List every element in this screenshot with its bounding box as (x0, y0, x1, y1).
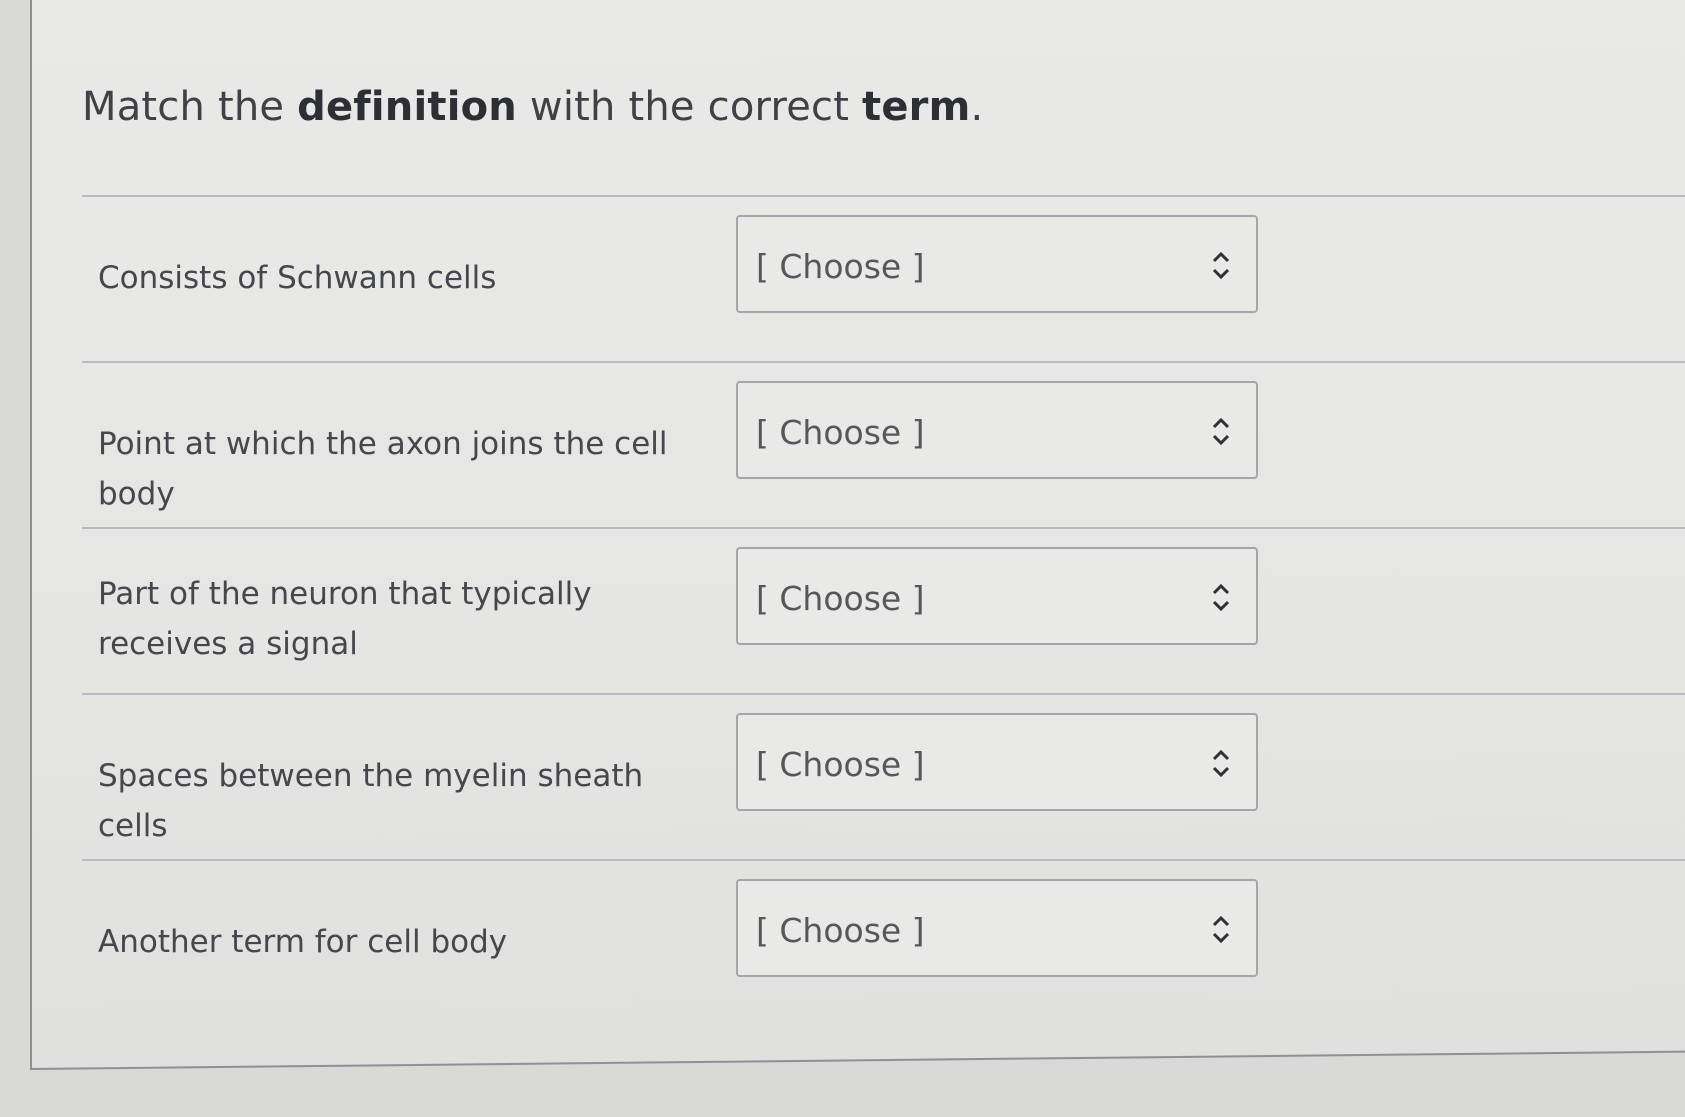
chevron-up-down-icon (1212, 749, 1230, 778)
term-select[interactable]: [ Choose ] (736, 547, 1258, 645)
definition-label: Consists of Schwann cells (98, 260, 497, 296)
matching-row: Consists of Schwann cells [ Choose ] (82, 195, 1685, 361)
definition-label: Point at which the axon joins the cell b… (98, 426, 668, 512)
term-select[interactable]: [ Choose ] (736, 215, 1258, 313)
question-text: Match the definition with the correct te… (82, 84, 983, 130)
matching-row: Part of the neuron that typically receiv… (82, 527, 1685, 693)
matching-row: Another term for cell body [ Choose ] (82, 859, 1685, 1025)
question-bold-term: term (862, 84, 971, 130)
matching-row: Spaces between the myelin sheath cells [… (82, 693, 1685, 859)
select-value: [ Choose ] (756, 247, 925, 286)
definition-label: Part of the neuron that typically receiv… (98, 576, 592, 662)
select-value: [ Choose ] (756, 911, 925, 950)
chevron-up-down-icon (1212, 583, 1230, 612)
select-value: [ Choose ] (756, 579, 925, 618)
matching-row: Point at which the axon joins the cell b… (82, 361, 1685, 527)
chevron-up-down-icon (1212, 417, 1230, 446)
term-select[interactable]: [ Choose ] (736, 879, 1258, 977)
term-select[interactable]: [ Choose ] (736, 713, 1258, 811)
question-bold-definition: definition (297, 84, 517, 130)
chevron-up-down-icon (1212, 251, 1230, 280)
select-value: [ Choose ] (756, 413, 925, 452)
question-suffix: . (970, 84, 984, 130)
definition-label: Spaces between the myelin sheath cells (98, 758, 644, 844)
chevron-up-down-icon (1212, 915, 1230, 944)
select-value: [ Choose ] (756, 745, 925, 784)
definition-label: Another term for cell body (98, 924, 508, 960)
question-middle: with the correct (516, 84, 863, 130)
question-prefix: Match the (82, 84, 298, 130)
matching-list: Consists of Schwann cells [ Choose ] Poi… (82, 195, 1685, 1025)
term-select[interactable]: [ Choose ] (736, 381, 1258, 479)
